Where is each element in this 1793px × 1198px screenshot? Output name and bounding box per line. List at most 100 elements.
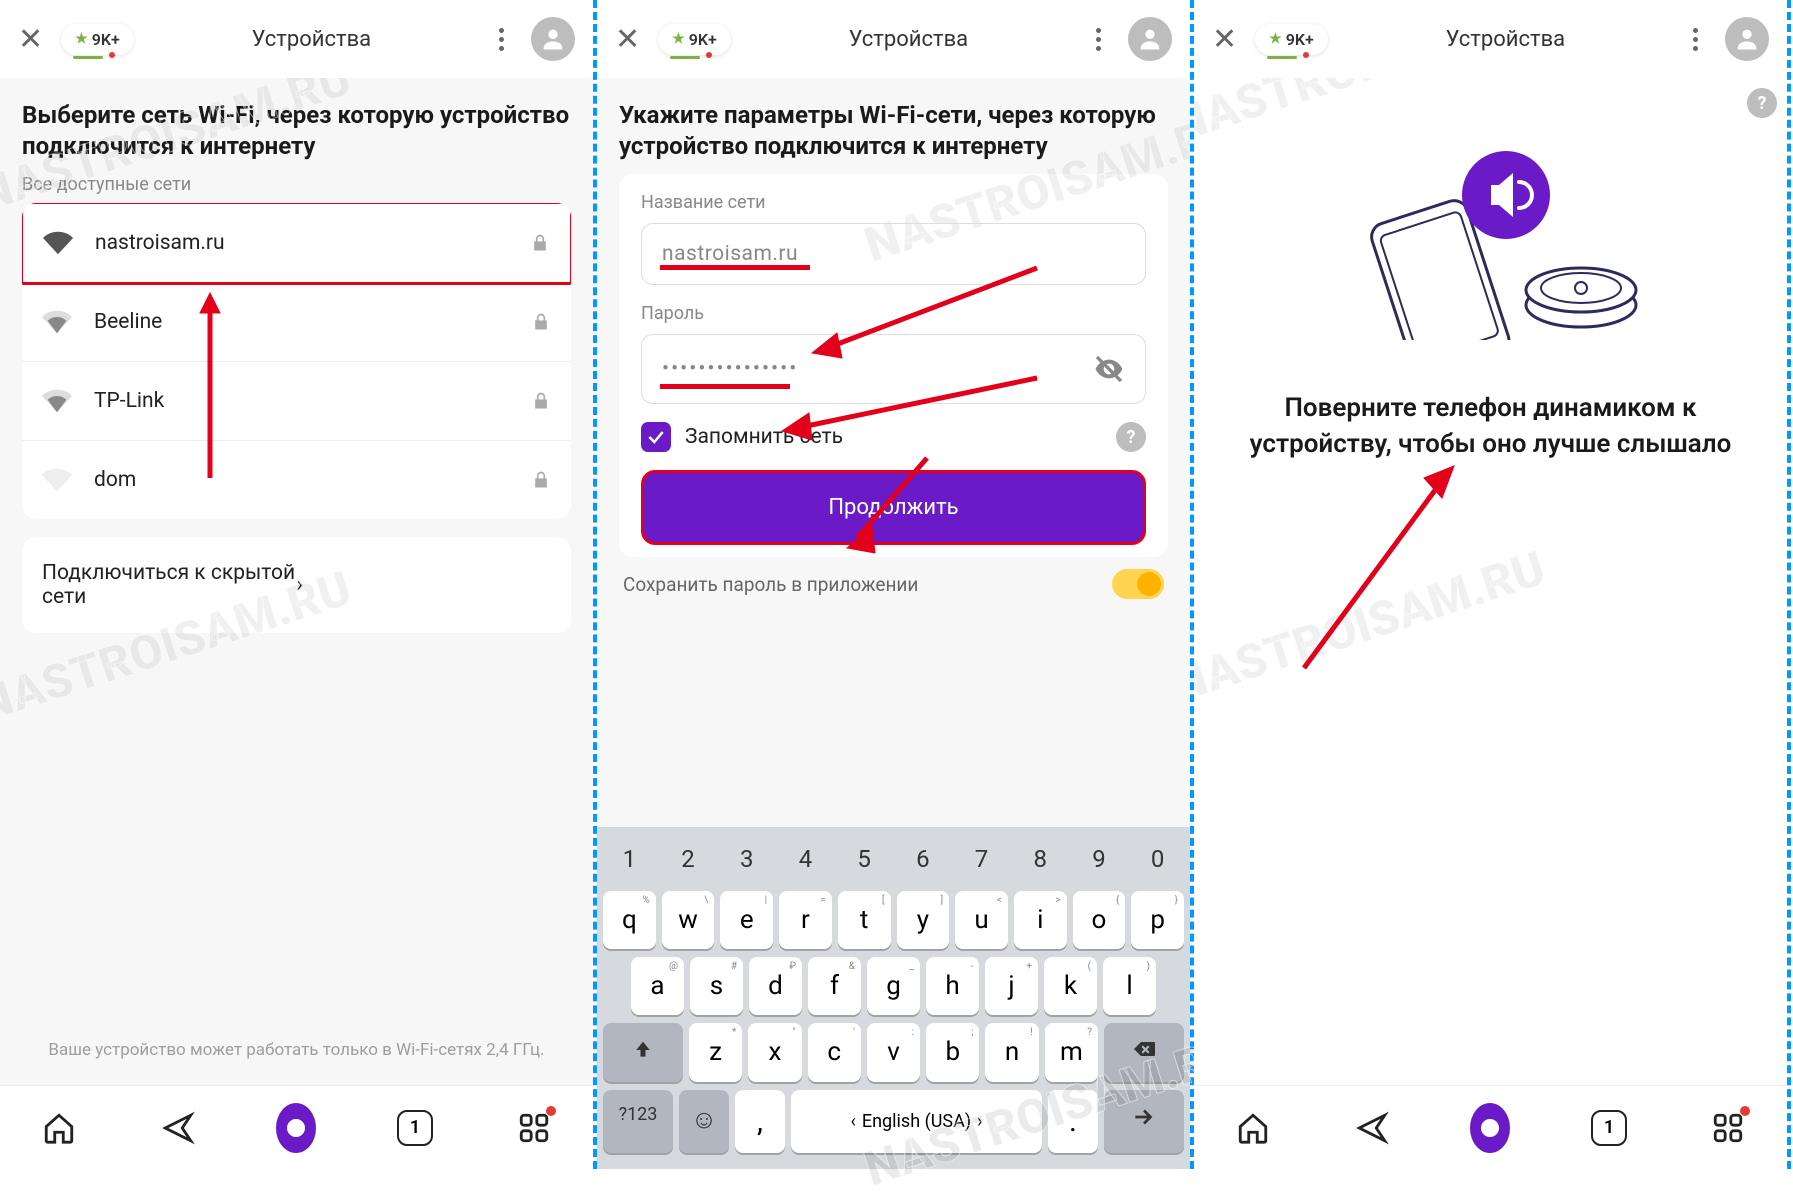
key-m[interactable]: m? — [1045, 1023, 1098, 1082]
home-icon[interactable] — [1233, 1108, 1273, 1148]
keyboard-number-row: 1234567890 — [603, 835, 1184, 883]
key-n[interactable]: n! — [985, 1023, 1038, 1082]
help-icon[interactable]: ? — [1116, 422, 1146, 452]
key-4[interactable]: 4 — [779, 835, 832, 883]
key-b[interactable]: b; — [926, 1023, 979, 1082]
topbar: ✕ 9K+ Устройства — [1194, 0, 1787, 78]
wifi-item-dom[interactable]: dom — [22, 441, 571, 519]
key-6[interactable]: 6 — [897, 835, 950, 883]
rating-badge[interactable]: 9K+ — [658, 24, 731, 55]
wifi-medium-icon — [42, 386, 72, 416]
help-icon[interactable]: ? — [1747, 88, 1777, 118]
key-e[interactable]: e| — [720, 891, 773, 949]
hidden-network-button[interactable]: Подключиться к скрытой сети › — [22, 537, 571, 633]
more-menu-icon[interactable] — [1683, 28, 1707, 51]
key-2[interactable]: 2 — [662, 835, 715, 883]
wifi-item-beeline[interactable]: Beeline — [22, 283, 571, 362]
key-d[interactable]: d₽ — [749, 957, 802, 1015]
key-0[interactable]: 0 — [1131, 835, 1184, 883]
language-key[interactable]: ‹English (USA)› — [791, 1090, 1042, 1153]
phone-screen-2: ✕ 9K+ Устройства NASTROISAM.RU Укажите п… — [597, 0, 1194, 1169]
key-8[interactable]: 8 — [1014, 835, 1067, 883]
key-y[interactable]: y] — [897, 891, 950, 949]
apps-icon[interactable] — [514, 1108, 554, 1148]
key-7[interactable]: 7 — [955, 835, 1008, 883]
emoji-key[interactable]: ☺ — [679, 1090, 729, 1153]
wifi-name: nastroisam.ru — [95, 231, 530, 255]
rating-badge[interactable]: 9K+ — [61, 24, 134, 55]
key-1[interactable]: 1 — [603, 835, 656, 883]
save-password-row: Сохранить пароль в приложении — [619, 569, 1168, 599]
rating-text: 9K+ — [1286, 30, 1314, 49]
key-l[interactable]: l) — [1103, 957, 1156, 1015]
enter-key[interactable] — [1104, 1090, 1184, 1153]
key-5[interactable]: 5 — [838, 835, 891, 883]
eye-off-icon[interactable] — [1093, 353, 1125, 385]
key-z[interactable]: z* — [689, 1023, 742, 1082]
avatar[interactable] — [531, 17, 575, 61]
key-p[interactable]: p} — [1131, 891, 1184, 949]
period-key[interactable]: . — [1048, 1090, 1098, 1153]
page-title: Устройства — [134, 27, 489, 52]
key-3[interactable]: 3 — [720, 835, 773, 883]
comma-key[interactable]: , — [735, 1090, 785, 1153]
key-o[interactable]: o{ — [1073, 891, 1126, 949]
lock-icon — [531, 470, 551, 490]
network-name-label: Название сети — [641, 192, 1146, 213]
key-f[interactable]: f& — [808, 957, 861, 1015]
key-c[interactable]: c' — [808, 1023, 861, 1082]
phone-screen-1: ✕ 9K+ Устройства NASTROISAM.RU NASTROISA… — [0, 0, 597, 1169]
footnote: Ваше устройство может работать только в … — [20, 1039, 573, 1063]
key-t[interactable]: t[ — [838, 891, 891, 949]
key-a[interactable]: a@ — [631, 957, 684, 1015]
wifi-item-tplink[interactable]: TP-Link — [22, 362, 571, 441]
alice-icon[interactable] — [1470, 1108, 1510, 1148]
close-icon[interactable]: ✕ — [18, 22, 43, 57]
key-h[interactable]: h- — [926, 957, 979, 1015]
lock-icon — [531, 391, 551, 411]
avatar[interactable] — [1725, 17, 1769, 61]
content-area: NASTROISAM.RU Укажите параметры Wi-Fi-се… — [597, 78, 1190, 827]
key-g[interactable]: g_ — [867, 957, 920, 1015]
tabs-icon[interactable]: 1 — [1589, 1108, 1629, 1148]
annotation-arrow — [1274, 448, 1474, 688]
lock-icon — [531, 312, 551, 332]
key-q[interactable]: q% — [603, 891, 656, 949]
alice-icon[interactable] — [276, 1108, 316, 1148]
keyboard-row-1: q%w\e|r=t[y]u<i>o{p} — [603, 891, 1184, 949]
key-9[interactable]: 9 — [1073, 835, 1126, 883]
key-i[interactable]: i> — [1014, 891, 1067, 949]
rating-badge[interactable]: 9K+ — [1255, 24, 1328, 55]
rating-text: 9K+ — [92, 30, 120, 49]
tabs-icon[interactable]: 1 — [395, 1108, 435, 1148]
keyboard-bottom-row: ?123 ☺ , ‹English (USA)› . — [603, 1090, 1184, 1153]
hidden-network-label: Подключиться к скрытой сети — [42, 561, 297, 609]
key-j[interactable]: j+ — [985, 957, 1038, 1015]
more-menu-icon[interactable] — [1086, 28, 1110, 51]
key-v[interactable]: v: — [867, 1023, 920, 1082]
save-password-toggle[interactable] — [1112, 569, 1164, 599]
shift-key[interactable] — [603, 1023, 683, 1082]
home-icon[interactable] — [39, 1108, 79, 1148]
bottom-nav: 1 — [0, 1085, 593, 1169]
remember-checkbox[interactable] — [641, 422, 671, 452]
key-r[interactable]: r= — [779, 891, 832, 949]
key-s[interactable]: s# — [690, 957, 743, 1015]
key-w[interactable]: w\ — [662, 891, 715, 949]
apps-icon[interactable] — [1708, 1108, 1748, 1148]
key-k[interactable]: k( — [1044, 957, 1097, 1015]
more-menu-icon[interactable] — [489, 28, 513, 51]
heading: Выберите сеть Wi-Fi, через которую устро… — [22, 100, 571, 162]
annotation-arrow — [797, 258, 1047, 368]
avatar[interactable] — [1128, 17, 1172, 61]
send-icon[interactable] — [158, 1108, 198, 1148]
key-x[interactable]: x" — [748, 1023, 801, 1082]
wifi-item-nastroisam[interactable]: nastroisam.ru — [22, 203, 571, 285]
heading: Укажите параметры Wi-Fi-сети, через кото… — [619, 100, 1168, 162]
close-icon[interactable]: ✕ — [615, 22, 640, 57]
key-u[interactable]: u< — [955, 891, 1008, 949]
send-icon[interactable] — [1352, 1108, 1392, 1148]
mode-key[interactable]: ?123 — [603, 1090, 673, 1153]
close-icon[interactable]: ✕ — [1212, 22, 1237, 57]
backspace-key[interactable] — [1104, 1023, 1184, 1082]
